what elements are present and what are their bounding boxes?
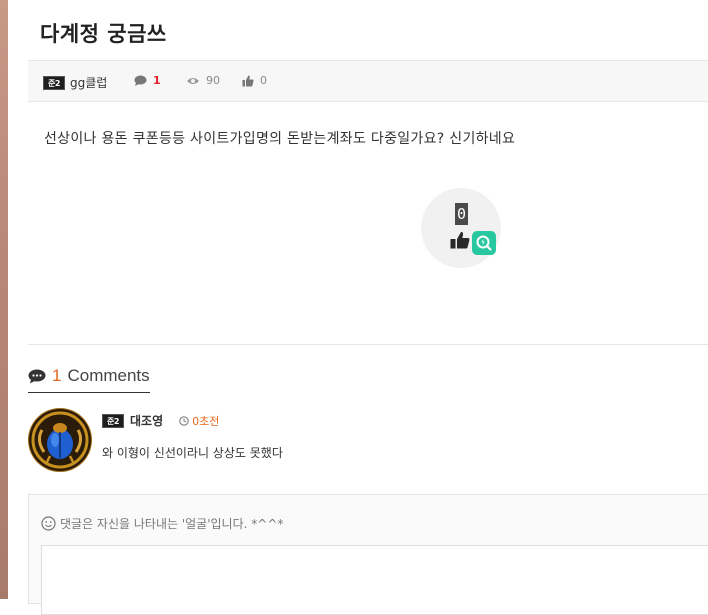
smile-icon bbox=[41, 516, 56, 531]
reply-hint: 댓글은 자신을 나타내는 '얼굴'입니다. *^^* bbox=[41, 515, 283, 532]
comment-text: 와 이형이 신선이라니 상상도 못했다 bbox=[102, 446, 283, 460]
level-badge: 준2 bbox=[102, 413, 124, 428]
quick-search-button[interactable] bbox=[472, 231, 496, 255]
reply-textarea[interactable] bbox=[41, 545, 708, 615]
post-meta-bar: 준2 gg클럽 1 90 0 bbox=[28, 60, 708, 102]
comment-author[interactable]: 대조영 bbox=[130, 412, 163, 429]
vote-count: 0 bbox=[455, 203, 468, 225]
search-bolt-icon bbox=[476, 235, 492, 251]
comments-count: 1 bbox=[52, 366, 62, 385]
comment-time: 0초전 bbox=[179, 413, 219, 429]
comment-icon bbox=[28, 369, 46, 383]
vote-widget: 0 bbox=[421, 188, 501, 268]
left-edge-strip bbox=[0, 0, 8, 599]
thumbs-up-icon bbox=[450, 231, 470, 249]
post-title: 다계정 궁금쓰 bbox=[40, 22, 167, 46]
like-button[interactable] bbox=[450, 231, 470, 253]
reply-form: 댓글은 자신을 나타내는 '얼굴'입니다. *^^* bbox=[28, 494, 708, 615]
comment-icon bbox=[134, 75, 147, 86]
comment-item: 준2 대조영 0초전 와 이형이 신선이라니 상상도 못했다 bbox=[28, 408, 708, 478]
meta-view-count: 90 bbox=[186, 74, 220, 87]
comments-header: 1 Comments bbox=[28, 366, 150, 393]
comment-meta: 준2 대조영 0초전 bbox=[102, 412, 219, 429]
comment-count-value: 1 bbox=[153, 74, 161, 87]
avatar[interactable] bbox=[28, 408, 92, 472]
post-author[interactable]: 준2 gg클럽 bbox=[43, 74, 107, 91]
like-count-value: 0 bbox=[260, 74, 267, 87]
thumbs-up-icon bbox=[242, 75, 254, 86]
meta-like-count: 0 bbox=[242, 74, 267, 87]
clock-icon bbox=[179, 415, 189, 426]
post-author-name[interactable]: gg클럽 bbox=[70, 74, 107, 91]
view-count-value: 90 bbox=[206, 74, 220, 87]
scarab-avatar-icon bbox=[29, 409, 91, 471]
post-content: 선상이나 용돈 쿠폰등등 사이트가입명의 돈받는계좌도 다중일가요? 신기하네요 bbox=[44, 131, 516, 147]
content-divider bbox=[28, 344, 708, 345]
meta-comment-count: 1 bbox=[134, 74, 161, 87]
level-badge: 준2 bbox=[43, 75, 65, 90]
comment-time-value: 0초전 bbox=[192, 414, 220, 428]
eye-icon bbox=[187, 77, 199, 84]
comments-label: Comments bbox=[67, 366, 150, 385]
reply-hint-text: 댓글은 자신을 나타내는 '얼굴'입니다. *^^* bbox=[60, 517, 284, 531]
